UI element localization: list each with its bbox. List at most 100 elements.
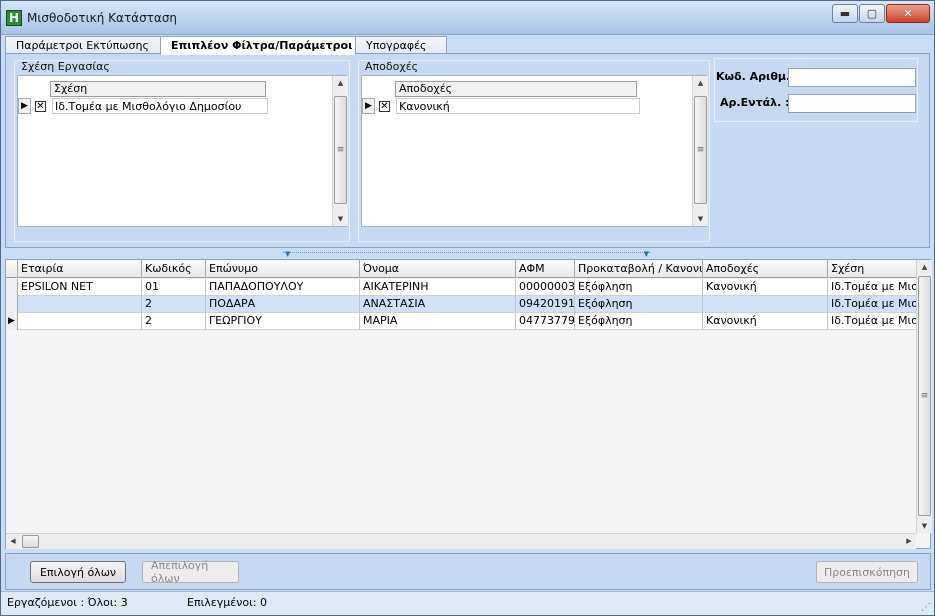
tab-extra-filters[interactable]: Επιπλέον Φίλτρα/Παράμετροι — [160, 36, 356, 55]
earnings-row-indicator: ▶ — [362, 98, 375, 114]
cell-tax-id: 047737793 — [516, 313, 575, 330]
code-number-input[interactable] — [788, 68, 916, 87]
filters-panel: Σχέση Εργασίας Σχέση ▶ ✕ Ιδ.Τομέα με Μισ… — [5, 53, 930, 248]
cell-earnings: Κανονική — [703, 313, 828, 330]
column-company[interactable]: Εταιρία — [18, 260, 142, 278]
cell-payment-type: Εξόφληση — [575, 296, 703, 313]
scroll-up-icon[interactable]: ▲ — [333, 76, 348, 90]
table-row[interactable]: ▶ 2 ΓΕΩΡΓΙΟΥ ΜΑΡΙΑ 047737793 Εξόφληση Κα… — [6, 313, 916, 330]
order-number-label: Αρ.Εντάλ. : — [720, 96, 790, 109]
scroll-down-icon[interactable]: ▼ — [917, 519, 932, 533]
relation-group-legend: Σχέση Εργασίας — [21, 60, 110, 73]
earnings-scrollbar[interactable]: ▲ ≡ ▼ — [692, 76, 708, 226]
tab-print-parameters[interactable]: Παράμετροι Εκτύπωσης — [5, 36, 161, 54]
scroll-thumb[interactable] — [22, 535, 39, 548]
cell-name: ΑΝΑΣΤΑΣΙΑ — [360, 296, 516, 313]
relation-row-indicator: ▶ — [18, 98, 31, 114]
row-indicator — [6, 279, 18, 296]
status-selected-count: Επιλεγμένοι: 0 — [187, 596, 268, 609]
column-payment-type[interactable]: Προκαταβολή / Κανονική — [575, 260, 703, 278]
table-row[interactable]: EPSILON NET 01 ΠΑΠΑΔΟΠΟΥΛΟΥ ΑΙΚΑΤΕΡΙΝΗ 0… — [6, 279, 916, 296]
header-indicator — [6, 260, 18, 278]
cell-surname: ΓΕΩΡΓΙΟΥ — [206, 313, 360, 330]
current-row-icon: ▶ — [6, 313, 18, 330]
select-all-button[interactable]: Επιλογή όλων — [30, 561, 126, 583]
grid-header: Εταιρία Κωδικός Επώνυμο Όνομα ΑΦΜ Προκατ… — [6, 260, 916, 278]
cell-surname: ΠΑΠΑΔΟΠΟΥΛΟΥ — [206, 279, 360, 296]
cell-code: 2 — [142, 296, 206, 313]
app-icon: H — [6, 10, 22, 26]
tab-signatures[interactable]: Υπογραφές — [355, 36, 447, 54]
window-controls: ▬ ▢ ✕ — [831, 4, 930, 23]
resize-grip-icon[interactable]: ⋰ — [921, 602, 931, 613]
scroll-left-icon[interactable]: ◀ — [6, 534, 20, 549]
grid-vertical-scrollbar[interactable]: ▲ ≡ ▼ — [916, 260, 932, 533]
status-employees-count: Εργαζόμενοι : Όλοι: 3 — [7, 596, 128, 609]
scroll-up-icon[interactable]: ▲ — [693, 76, 708, 90]
cell-payment-type: Εξόφληση — [575, 313, 703, 330]
close-button[interactable]: ✕ — [886, 4, 930, 23]
cell-relation: Ιδ.Τομέα με Μισθολόγιο Δημοσίου — [831, 280, 916, 293]
cell-relation: Ιδ.Τομέα με Μισθολόγιο Δημοσίου — [831, 314, 916, 327]
minimize-button[interactable]: ▬ — [832, 4, 858, 23]
earnings-group: Αποδοχές Αποδοχές ▶ ✕ Κανονική ▲ ≡ ▼ — [358, 60, 710, 242]
maximize-button[interactable]: ▢ — [859, 4, 885, 23]
column-tax-id[interactable]: ΑΦΜ — [516, 260, 575, 278]
column-earnings[interactable]: Αποδοχές — [703, 260, 828, 278]
cell-name: ΜΑΡΙΑ — [360, 313, 516, 330]
maximize-icon: ▢ — [866, 7, 878, 20]
scroll-down-icon[interactable]: ▼ — [333, 212, 348, 226]
row-indicator — [6, 296, 18, 313]
deselect-all-button[interactable]: Απεπιλογή όλων — [142, 559, 239, 585]
cell-earnings — [703, 296, 828, 313]
button-bar: Επιλογή όλων Απεπιλογή όλων Προεπισκόπησ… — [5, 553, 931, 590]
scroll-thumb[interactable]: ≡ — [694, 96, 707, 204]
window-title: Μισθοδοτική Κατάσταση — [27, 11, 178, 25]
cell-payment-type: Εξόφληση — [575, 279, 703, 296]
column-surname[interactable]: Επώνυμο — [206, 260, 360, 278]
table-row[interactable]: 2 ΠΟΔΑΡΑ ΑΝΑΣΤΑΣΙΑ 094201910 Εξόφληση Ιδ… — [6, 296, 916, 313]
grid-horizontal-scrollbar[interactable]: ◀ ▶ — [6, 533, 916, 549]
cell-name: ΑΙΚΑΤΕΡΙΝΗ — [360, 279, 516, 296]
cell-company — [18, 313, 142, 330]
tab-strip: Παράμετροι Εκτύπωσης Επιπλέον Φίλτρα/Παρ… — [5, 36, 930, 55]
cell-company — [18, 296, 142, 313]
splitter-right-arrow-icon: ▼ — [643, 250, 649, 258]
payroll-window: H Μισθοδοτική Κατάσταση ▬ ▢ ✕ Παράμετροι… — [0, 0, 935, 616]
earnings-column-header[interactable]: Αποδοχές — [395, 81, 637, 97]
relation-column-header[interactable]: Σχέση — [50, 81, 266, 97]
scroll-thumb[interactable]: ≡ — [918, 276, 931, 516]
relation-group: Σχέση Εργασίας Σχέση ▶ ✕ Ιδ.Τομέα με Μισ… — [14, 60, 350, 242]
earnings-group-legend: Αποδοχές — [365, 60, 419, 73]
cell-tax-id: 094201910 — [516, 296, 575, 313]
order-number-input[interactable] — [788, 94, 916, 113]
title-bar[interactable]: H Μισθοδοτική Κατάσταση ▬ ▢ ✕ — [1, 1, 934, 35]
scroll-down-icon[interactable]: ▼ — [693, 212, 708, 226]
status-bar: Εργαζόμενοι : Όλοι: 3 Επιλεγμένοι: 0 ⋰ — [1, 591, 934, 615]
column-code[interactable]: Κωδικός — [142, 260, 206, 278]
close-icon: ✕ — [903, 7, 913, 20]
scroll-right-icon[interactable]: ▶ — [902, 534, 916, 549]
relation-row-value[interactable]: Ιδ.Τομέα με Μισθολόγιο Δημοσίου — [52, 98, 268, 114]
cell-code: 01 — [142, 279, 206, 296]
cell-tax-id: 000000036 — [516, 279, 575, 296]
cell-earnings: Κανονική — [703, 279, 828, 296]
preview-button[interactable]: Προεπισκόπηση — [816, 561, 918, 583]
column-name[interactable]: Όνομα — [360, 260, 516, 278]
cell-code: 2 — [142, 313, 206, 330]
earnings-row-value[interactable]: Κανονική — [396, 98, 640, 114]
employees-grid: Εταιρία Κωδικός Επώνυμο Όνομα ΑΦΜ Προκατ… — [5, 259, 932, 549]
panel-splitter[interactable]: ▼ ▼ — [283, 250, 651, 258]
cell-surname: ΠΟΔΑΡΑ — [206, 296, 360, 313]
minimize-icon: ▬ — [839, 7, 851, 20]
scroll-up-icon[interactable]: ▲ — [917, 260, 932, 274]
splitter-left-arrow-icon: ▼ — [285, 250, 291, 258]
earnings-row-checkbox[interactable]: ✕ — [379, 101, 390, 112]
relation-row-checkbox[interactable]: ✕ — [35, 101, 46, 112]
cell-relation: Ιδ.Τομέα με Μισθολόγιο Δημοσίου — [831, 297, 916, 310]
cell-company: EPSILON NET — [18, 279, 142, 296]
scroll-thumb[interactable]: ≡ — [334, 96, 347, 204]
code-number-label: Κωδ. Αριθμ.: — [716, 70, 795, 83]
relation-scrollbar[interactable]: ▲ ≡ ▼ — [332, 76, 348, 226]
column-relation[interactable]: Σχέση — [828, 260, 916, 278]
